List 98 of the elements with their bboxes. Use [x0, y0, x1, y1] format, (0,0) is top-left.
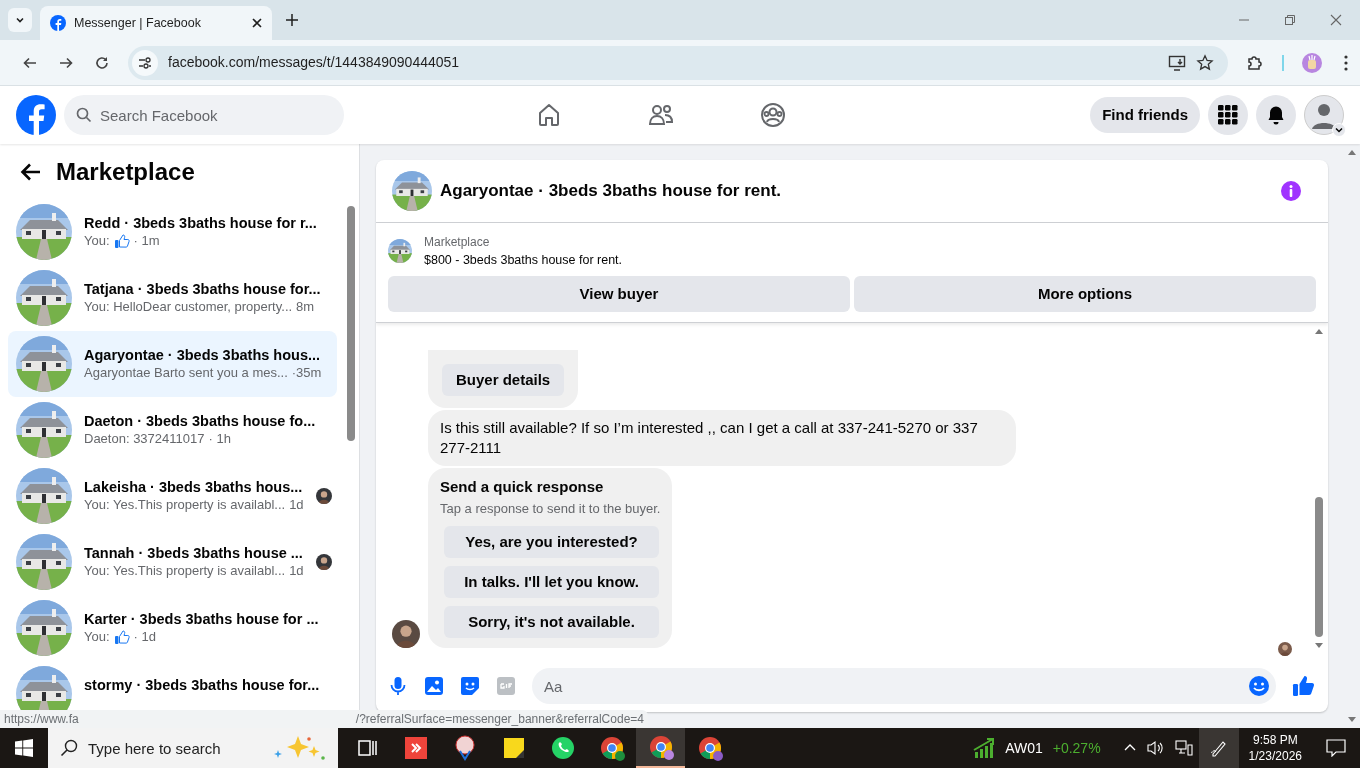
tab-title: Messenger | Facebook	[74, 14, 202, 32]
scroll-down-icon[interactable]	[1347, 716, 1357, 724]
message-input[interactable]: Aa	[532, 668, 1276, 704]
message-time: 1d	[289, 562, 304, 581]
chrome-button[interactable]	[636, 728, 685, 768]
quick-reply-button[interactable]: Sorry, it's not available.	[444, 606, 659, 638]
url-text: facebook.com/messages/t/1443849090444051	[168, 53, 461, 72]
bookmark-star-icon[interactable]	[1196, 53, 1214, 72]
stock-change: +0.27%	[1052, 738, 1101, 758]
conversation-name: Redd · 3beds 3baths house for r...	[84, 214, 317, 232]
search-field[interactable]: Search Facebook	[64, 95, 344, 135]
message-preview: Agaryontae Barto sent you a mes...	[84, 364, 288, 383]
chrome-icon	[647, 734, 674, 760]
pen-button[interactable]	[1198, 728, 1239, 768]
sticker-icon[interactable]	[460, 676, 480, 696]
facebook-logo-icon	[50, 15, 66, 31]
listing-title: $800 - 3beds 3baths house for rent.	[424, 252, 623, 269]
message-preview: You:	[84, 628, 110, 647]
message-preview: Daeton: 3372411017	[84, 430, 205, 449]
scroll-up-icon[interactable]	[1347, 148, 1357, 156]
conversation-name: Lakeisha · 3beds 3baths hous...	[84, 478, 303, 496]
sidebar-title: Marketplace	[56, 156, 195, 187]
message-time: · 1m	[133, 232, 160, 251]
restore-icon[interactable]	[1284, 14, 1296, 26]
conversation-name: stormy · 3beds 3baths house for...	[84, 676, 320, 694]
message-preview: You: Yes.This property is availabl...	[84, 496, 286, 515]
chevron-down-icon	[1335, 126, 1343, 134]
new-tab-icon[interactable]	[286, 14, 298, 26]
emoji-icon[interactable]	[1248, 675, 1270, 697]
bell-icon	[1266, 105, 1286, 125]
chrome-icon	[598, 735, 625, 761]
conversation-name: Tannah · 3beds 3baths house ...	[84, 544, 303, 562]
volume-icon[interactable]	[1146, 740, 1165, 756]
tab-search-button[interactable]	[8, 8, 32, 32]
clock-time: 9:58 PM	[1252, 732, 1298, 748]
menu-grid-icon	[1218, 105, 1238, 125]
groups-icon[interactable]	[760, 102, 786, 128]
chrome-icon	[696, 735, 723, 761]
taskbar-search-field[interactable]: Type here to search	[48, 728, 338, 768]
message-time: · 1h	[208, 430, 231, 449]
image-icon[interactable]	[424, 676, 444, 696]
conversation-item[interactable]: Agaryontae · 3beds 3baths hous... Agaryontae Barto sent you a mes... ·35m	[8, 331, 337, 397]
clock[interactable]: 9:58 PM 1/23/2026	[1238, 732, 1312, 764]
message-time: 1d	[289, 496, 304, 515]
reload-icon	[94, 54, 110, 71]
conversation-name: Agaryontae · 3beds 3baths hous...	[84, 346, 321, 364]
conversation-name: Karter · 3beds 3baths house for ...	[84, 610, 319, 628]
find-friends-button[interactable]: Find friends	[1090, 97, 1200, 133]
info-icon[interactable]	[1280, 180, 1302, 202]
action-button[interactable]: View buyer	[388, 275, 850, 312]
message-preview: You:	[84, 232, 110, 251]
friends-icon[interactable]	[648, 102, 674, 128]
network-icon[interactable]	[1174, 740, 1193, 756]
browser-tab[interactable]: Messenger | Facebook	[40, 6, 272, 40]
close-icon[interactable]	[252, 18, 262, 28]
scroll-down-icon[interactable]	[1314, 642, 1324, 650]
user-avatar	[1278, 642, 1292, 656]
stock-symbol: AW01	[1005, 738, 1043, 758]
like-button-icon[interactable]	[1292, 674, 1316, 698]
card-title: Send a quick response	[440, 477, 605, 497]
clock-date: 1/23/2026	[1248, 748, 1302, 764]
buyer-details-button[interactable]: Buyer details	[442, 364, 565, 396]
menu-button[interactable]	[1208, 95, 1248, 135]
message-bubble: Is this still available? If so I’m interested ,, can I get a call at 337-241-5270 or 337 277-2111	[428, 410, 1016, 466]
link-url: /?referralSurface=messenger_banner&referralCode=4	[355, 711, 644, 728]
message-preview: You: Yes.This property is availabl...	[84, 562, 286, 581]
site-settings-icon[interactable]	[132, 49, 158, 76]
profile-avatar-icon[interactable]	[1302, 52, 1322, 73]
default-avatar-icon	[1304, 95, 1344, 135]
remote-app-icon	[402, 735, 429, 761]
extensions-icon[interactable]	[1246, 53, 1264, 72]
install-app-icon[interactable]	[1168, 53, 1186, 72]
listing-label: Marketplace	[424, 234, 491, 251]
message-time: 8m	[296, 298, 315, 317]
microphone-icon[interactable]	[388, 676, 408, 696]
user-avatar	[392, 620, 420, 648]
search-icon	[76, 107, 92, 123]
facebook-logo[interactable]	[16, 95, 56, 135]
quick-reply-button[interactable]: In talks. I'll let you know.	[444, 566, 659, 598]
notifications-button[interactable]	[1256, 95, 1296, 135]
windows-start-icon[interactable]	[15, 739, 33, 757]
search-icon	[60, 739, 78, 757]
account-button[interactable]	[1304, 95, 1344, 135]
message-preview: You: HelloDear customer, property...	[84, 298, 293, 317]
whatsapp-icon	[549, 735, 576, 761]
message-time: ·35m	[291, 364, 322, 383]
conversation-name: Daeton · 3beds 3baths house fo...	[84, 412, 316, 430]
address-bar[interactable]: facebook.com/messages/t/1443849090444051	[128, 45, 1228, 80]
conversation-name: Tatjana · 3beds 3baths house for...	[84, 280, 321, 298]
card-subtitle: Tap a response to send it to the buyer.	[440, 499, 661, 518]
notification-center-icon[interactable]	[1326, 739, 1346, 757]
home-icon[interactable]	[536, 102, 562, 128]
message-time: · 1d	[133, 628, 156, 647]
quick-reply-button[interactable]: Yes, are you interested?	[444, 526, 659, 558]
pen-icon	[1209, 739, 1228, 757]
action-button[interactable]: More options	[854, 275, 1316, 312]
more-menu-icon[interactable]	[1344, 54, 1348, 71]
chat-title: Agaryontae · 3beds 3baths house for rent.	[440, 180, 782, 203]
